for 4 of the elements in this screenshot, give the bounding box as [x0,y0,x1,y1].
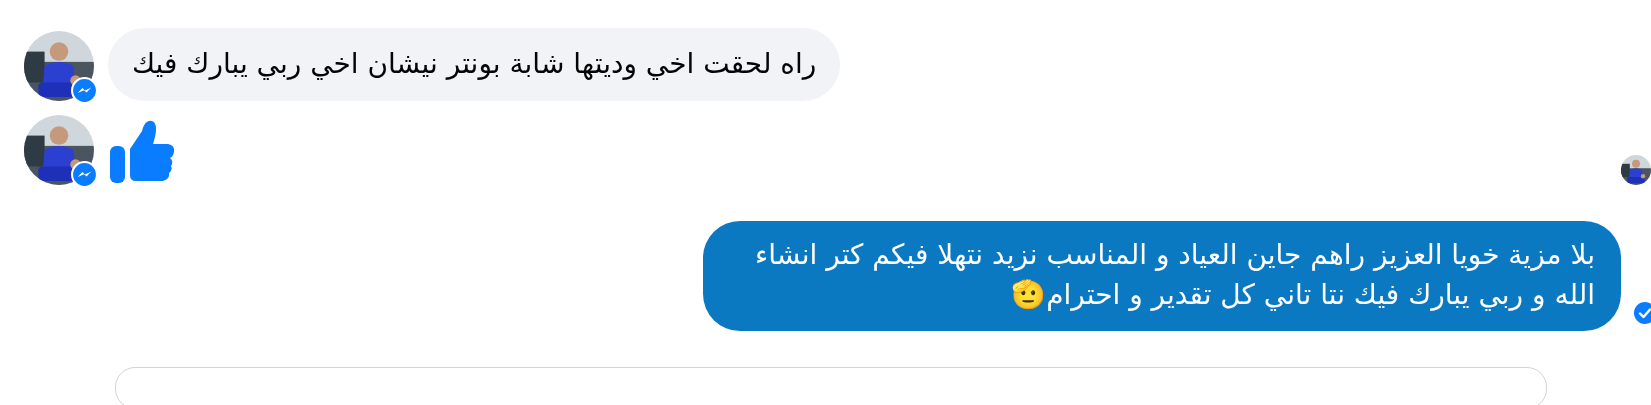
messenger-icon [71,77,98,104]
message-bubble: راه لحقت اخي وديتها شابة بونتر نيشان اخي ربي يبارك فيك [108,28,841,101]
messenger-icon [71,161,98,188]
message-bubble: بلا مزية خويا العزيز راهم جاين العياد و المناسب نزيد نتهلا فيكم كتر انشاء الله و ربي يبارك فيك نتا تاني كل تقدير و احترام🫡 [703,221,1621,331]
